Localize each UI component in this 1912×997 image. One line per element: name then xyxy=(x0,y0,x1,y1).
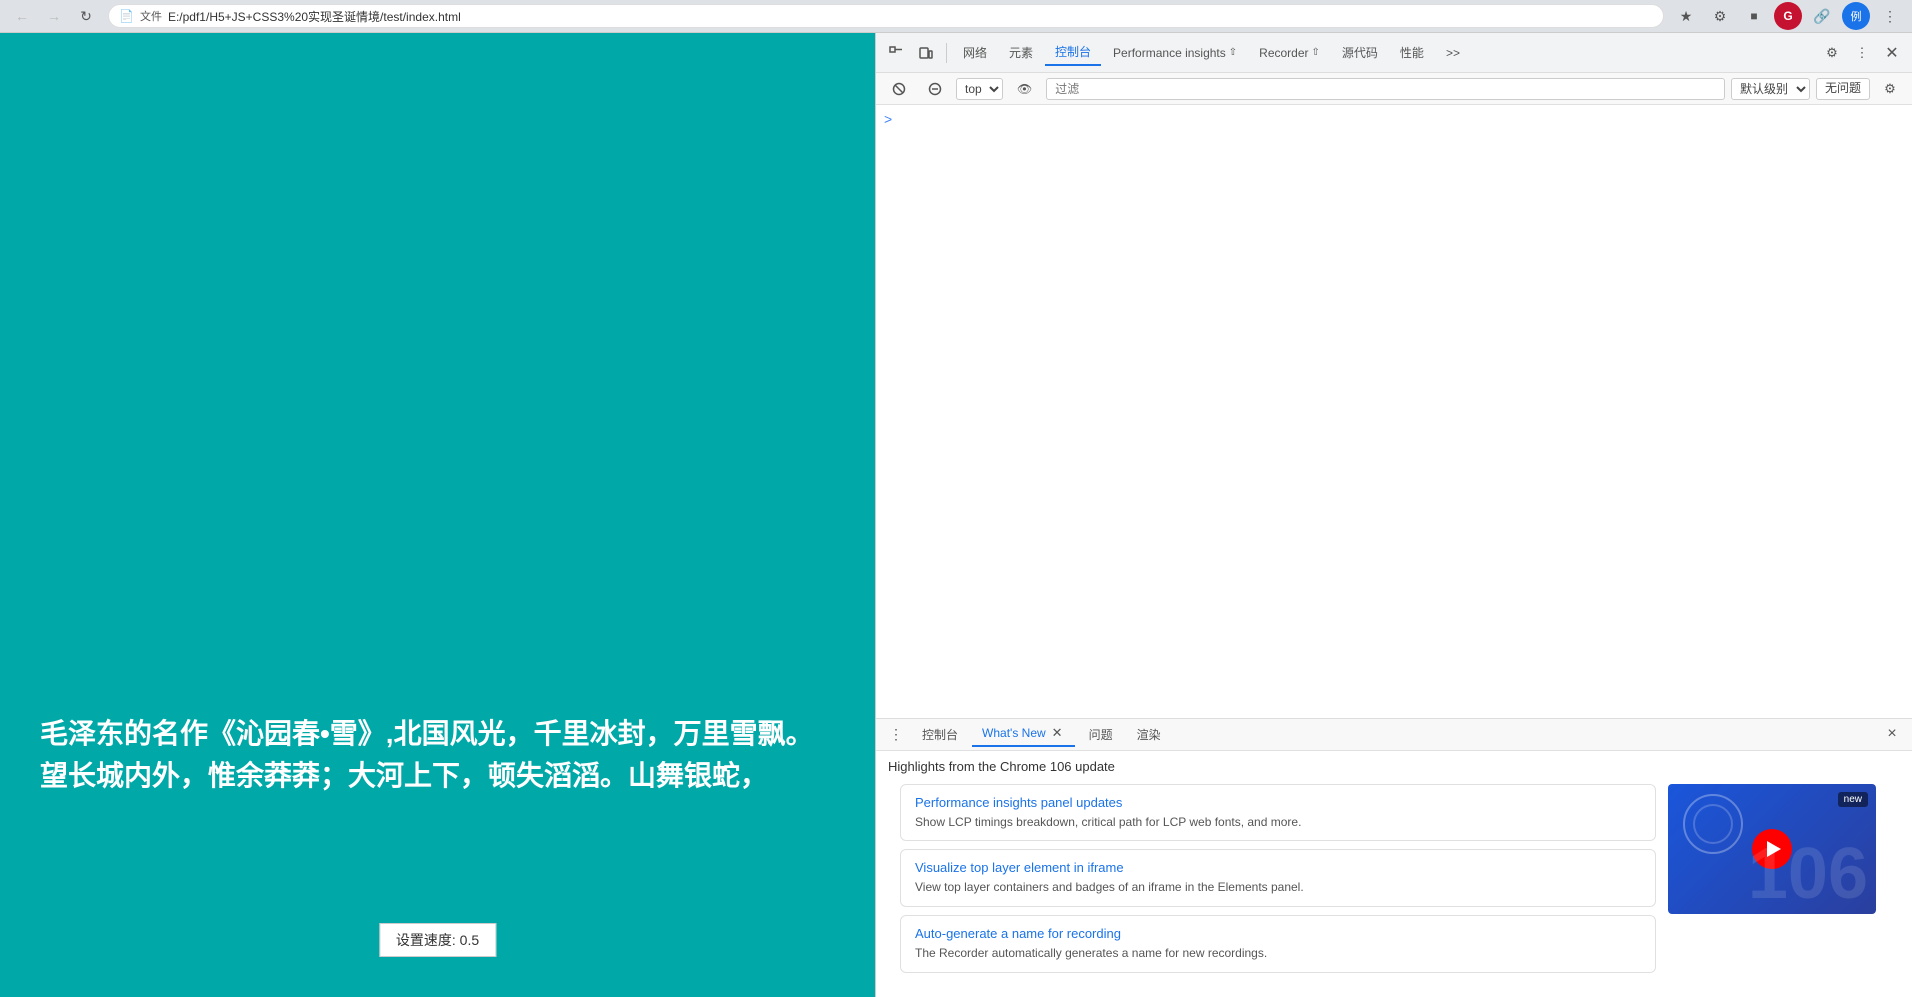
devtools-toolbar2: top 👁 默认级别 无问题 ⚙ xyxy=(876,73,1912,105)
webpage-text-line2: 望长城内外，惟余莽莽；大河上下，顿失滔滔。山舞银蛇， xyxy=(40,755,835,797)
console-settings-button[interactable]: ⚙ xyxy=(1876,75,1904,103)
devtools-panel: 网络 元素 控制台 Performance insights ⇧ Recorde… xyxy=(875,33,1912,997)
drawer-tab-console[interactable]: 控制台 xyxy=(912,722,968,747)
devtools-close-button[interactable]: ✕ xyxy=(1878,39,1906,67)
level-selector[interactable]: 默认级别 xyxy=(1731,78,1810,100)
devtools-settings-button[interactable]: ⚙ xyxy=(1818,39,1846,67)
issues-count: 无问题 xyxy=(1816,78,1870,100)
clear-console-button[interactable] xyxy=(884,78,914,100)
extension-button[interactable]: ■ xyxy=(1740,2,1768,30)
tune-button[interactable]: ⚙ xyxy=(1706,2,1734,30)
back-button[interactable]: ← xyxy=(8,2,36,30)
updates-list: Performance insights panel updates Show … xyxy=(900,784,1656,981)
update-title-1[interactable]: Performance insights panel updates xyxy=(915,795,1641,810)
update-item-3: Auto-generate a name for recording The R… xyxy=(900,915,1656,973)
update-title-2[interactable]: Visualize top layer element in iframe xyxy=(915,860,1641,875)
video-circle-2 xyxy=(1693,804,1733,844)
whats-new-header: Highlights from the Chrome 106 update xyxy=(888,759,1900,774)
tab-elements[interactable]: 元素 xyxy=(999,40,1043,65)
drawer-close-button[interactable]: × xyxy=(1880,722,1904,746)
extension2-button[interactable]: 🔗 xyxy=(1808,2,1836,30)
webpage-content: 毛泽东的名作《沁园春•雪》,北国风光，千里冰封，万里雪飘。 望长城内外，惟余莽莽… xyxy=(40,713,835,797)
tab-performance[interactable]: 性能 xyxy=(1390,40,1434,65)
toolbar-separator-1 xyxy=(946,43,947,63)
profile-button[interactable]: 例 xyxy=(1842,2,1870,30)
filter-input[interactable] xyxy=(1046,78,1725,100)
video-panel: new 106 xyxy=(1668,784,1888,981)
update-item-1: Performance insights panel updates Show … xyxy=(900,784,1656,842)
address-bar[interactable]: 📄 文件 E:/pdf1/H5+JS+CSS3%20实现圣诞情境/test/in… xyxy=(108,4,1664,28)
menu-button[interactable]: ⋮ xyxy=(1876,2,1904,30)
update-desc-2: View top layer containers and badges of … xyxy=(915,879,1641,896)
tab-more[interactable]: >> xyxy=(1436,42,1470,64)
drawer-tab-issues[interactable]: 问题 xyxy=(1079,722,1123,747)
tab-recorder[interactable]: Recorder ⇧ xyxy=(1249,42,1330,64)
protocol-label: 文件 xyxy=(140,8,162,24)
tab-performance-insights[interactable]: Performance insights ⇧ xyxy=(1103,42,1247,64)
performance-insights-upload-icon: ⇧ xyxy=(1229,47,1237,58)
top-selector[interactable]: top xyxy=(956,78,1003,100)
devtools-toolbar: 网络 元素 控制台 Performance insights ⇧ Recorde… xyxy=(876,33,1912,73)
drawer-tab-rendering[interactable]: 渲染 xyxy=(1127,722,1171,747)
tab-sources[interactable]: 源代码 xyxy=(1332,40,1388,65)
video-thumbnail[interactable]: new 106 xyxy=(1668,784,1876,914)
nav-buttons: ← → ↻ xyxy=(8,2,100,30)
update-item-2: Visualize top layer element in iframe Vi… xyxy=(900,849,1656,907)
whats-new-close-btn[interactable]: ✕ xyxy=(1050,725,1065,741)
console-arrow-icon: > xyxy=(884,111,892,127)
webpage-text-line1: 毛泽东的名作《沁园春•雪》,北国风光，千里冰封，万里雪飘。 xyxy=(40,713,835,755)
video-version-number: 106 xyxy=(1748,838,1868,910)
drawer-tab-whats-new[interactable]: What's New ✕ xyxy=(972,721,1075,747)
drawer-menu-button[interactable]: ⋮ xyxy=(884,722,908,746)
toolbar-icons: ★ ⚙ ■ G 🔗 例 ⋮ xyxy=(1672,2,1904,30)
update-title-3[interactable]: Auto-generate a name for recording xyxy=(915,926,1641,941)
whats-new-bottom: Performance insights panel updates Show … xyxy=(888,784,1900,989)
webpage-area: 毛泽东的名作《沁园春•雪》,北国风光，千里冰封，万里雪飘。 望长城内外，惟余莽莽… xyxy=(0,33,875,997)
device-toggle-button[interactable] xyxy=(912,39,940,67)
tab-console[interactable]: 控制台 xyxy=(1045,39,1101,66)
drawer-tab-bar: ⋮ 控制台 What's New ✕ 问题 渲染 × xyxy=(876,719,1912,751)
bookmark-star-button[interactable]: ★ xyxy=(1672,2,1700,30)
update-desc-1: Show LCP timings breakdown, critical pat… xyxy=(915,814,1641,831)
filter-button[interactable] xyxy=(920,78,950,100)
eye-button[interactable]: 👁 xyxy=(1009,78,1040,100)
update-desc-3: The Recorder automatically generates a n… xyxy=(915,945,1641,962)
devtools-drawer: ⋮ 控制台 What's New ✕ 问题 渲染 × High xyxy=(876,718,1912,997)
devtools-more-button[interactable]: ⋮ xyxy=(1848,39,1876,67)
tab-network[interactable]: 网络 xyxy=(953,40,997,65)
forward-button[interactable]: → xyxy=(40,2,68,30)
speed-badge: 设置速度: 0.5 xyxy=(379,923,496,957)
lock-icon: 📄 xyxy=(119,9,134,23)
video-new-badge: new xyxy=(1838,792,1868,807)
recorder-upload-icon: ⇧ xyxy=(1312,47,1320,58)
console-prompt: > xyxy=(876,109,1912,129)
browser-title-bar: ← → ↻ 📄 文件 E:/pdf1/H5+JS+CSS3%20实现圣诞情境/t… xyxy=(0,0,1912,32)
whats-new-content: Highlights from the Chrome 106 update Pe… xyxy=(876,751,1912,997)
g-button[interactable]: G xyxy=(1774,2,1802,30)
address-text: E:/pdf1/H5+JS+CSS3%20实现圣诞情境/test/index.h… xyxy=(168,8,461,25)
reload-button[interactable]: ↻ xyxy=(72,2,100,30)
console-area[interactable]: > xyxy=(876,105,1912,718)
inspect-element-button[interactable] xyxy=(882,39,910,67)
